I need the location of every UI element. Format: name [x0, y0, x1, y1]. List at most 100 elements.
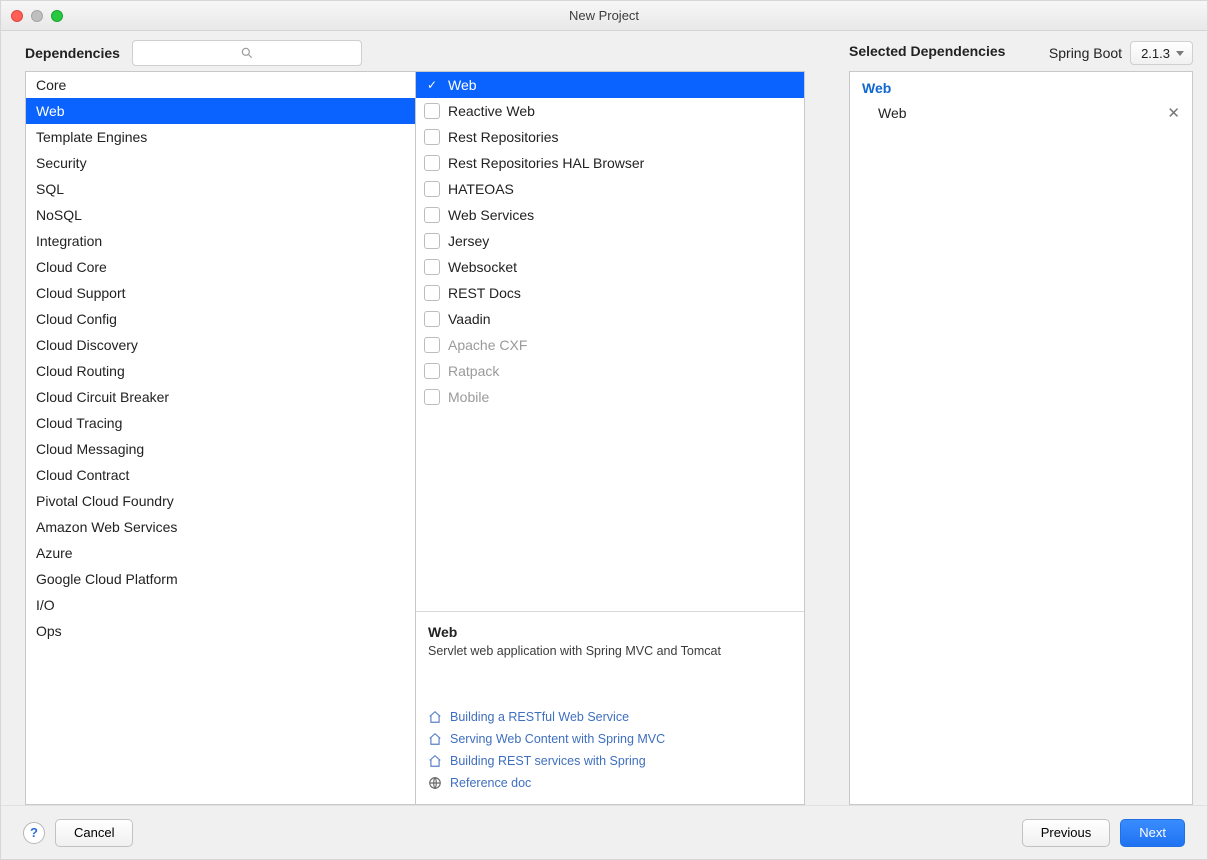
dependency-item[interactable]: Websocket	[416, 254, 804, 280]
house-icon	[428, 710, 442, 724]
category-item[interactable]: Cloud Config	[26, 306, 415, 332]
guide-link-label: Reference doc	[450, 776, 531, 790]
dependency-label: Jersey	[448, 232, 489, 250]
selected-group-title: Web	[850, 78, 1192, 100]
category-item[interactable]: SQL	[26, 176, 415, 202]
category-item[interactable]: Cloud Circuit Breaker	[26, 384, 415, 410]
search-wrap	[132, 40, 362, 66]
dependency-label: Websocket	[448, 258, 517, 276]
new-project-window: New Project Dependencies Spring Boot 2.1…	[0, 0, 1208, 860]
dependency-detail-description: Servlet web application with Spring MVC …	[428, 644, 792, 658]
dependency-checkbox[interactable]	[424, 77, 440, 93]
dependency-detail-title: Web	[428, 624, 792, 640]
dependency-checkbox[interactable]	[424, 103, 440, 119]
dependency-item: Ratpack	[416, 358, 804, 384]
dependency-label: Rest Repositories HAL Browser	[448, 154, 644, 172]
dependency-checkbox[interactable]	[424, 181, 440, 197]
next-button[interactable]: Next	[1120, 819, 1185, 847]
dependency-item[interactable]: Rest Repositories	[416, 124, 804, 150]
category-item[interactable]: Azure	[26, 540, 415, 566]
category-item[interactable]: Security	[26, 150, 415, 176]
guide-link-label: Building REST services with Spring	[450, 754, 646, 768]
dependency-item[interactable]: Web Services	[416, 202, 804, 228]
guide-link[interactable]: Building REST services with Spring	[428, 750, 792, 772]
guide-link-label: Serving Web Content with Spring MVC	[450, 732, 665, 746]
remove-dependency-button[interactable]: ✕	[1167, 104, 1180, 122]
dependency-label: Web	[448, 76, 477, 94]
content-area: CoreWebTemplate EnginesSecuritySQLNoSQLI…	[1, 71, 1207, 805]
category-item[interactable]: Amazon Web Services	[26, 514, 415, 540]
guide-link-label: Building a RESTful Web Service	[450, 710, 629, 724]
house-icon	[428, 754, 442, 768]
dependency-item[interactable]: HATEOAS	[416, 176, 804, 202]
wizard-footer: ? Cancel Previous Next	[1, 805, 1207, 859]
dependency-label: Rest Repositories	[448, 128, 559, 146]
dependencies-search-input[interactable]	[132, 40, 362, 66]
dependency-checkbox	[424, 363, 440, 379]
category-item[interactable]: Web	[26, 98, 415, 124]
category-item[interactable]: Cloud Discovery	[26, 332, 415, 358]
category-item[interactable]: Template Engines	[26, 124, 415, 150]
dependency-label: Web Services	[448, 206, 534, 224]
dependency-checkbox	[424, 337, 440, 353]
cancel-button[interactable]: Cancel	[55, 819, 133, 847]
dependency-checkbox	[424, 389, 440, 405]
categories-list[interactable]: CoreWebTemplate EnginesSecuritySQLNoSQLI…	[25, 71, 415, 805]
dependency-label: Apache CXF	[448, 336, 527, 354]
globe-icon	[428, 776, 442, 790]
dependency-label: REST Docs	[448, 284, 521, 302]
category-item[interactable]: Ops	[26, 618, 415, 644]
dependency-checkbox[interactable]	[424, 129, 440, 145]
dependency-label: Ratpack	[448, 362, 499, 380]
dependency-item[interactable]: Jersey	[416, 228, 804, 254]
category-item[interactable]: Google Cloud Platform	[26, 566, 415, 592]
dependencies-column: Web Reactive Web Rest Repositories Rest Rep…	[415, 71, 805, 805]
dependency-checkbox[interactable]	[424, 155, 440, 171]
selected-dependencies-box: Web Web ✕	[849, 71, 1193, 805]
dependency-item[interactable]: Web	[416, 72, 804, 98]
selected-dependency-label: Web	[878, 105, 907, 121]
dependencies-label: Dependencies	[25, 45, 120, 61]
window-title: New Project	[1, 8, 1207, 23]
category-item[interactable]: Cloud Routing	[26, 358, 415, 384]
category-item[interactable]: Cloud Tracing	[26, 410, 415, 436]
dependency-label: Reactive Web	[448, 102, 535, 120]
category-item[interactable]: I/O	[26, 592, 415, 618]
help-button[interactable]: ?	[23, 822, 45, 844]
dependency-checkbox[interactable]	[424, 259, 440, 275]
dependency-label: Mobile	[448, 388, 489, 406]
previous-button[interactable]: Previous	[1022, 819, 1111, 847]
guide-link[interactable]: Building a RESTful Web Service	[428, 706, 792, 728]
dependency-item[interactable]: Vaadin	[416, 306, 804, 332]
dependency-guides: Building a RESTful Web Service Serving We…	[428, 706, 792, 794]
category-item[interactable]: Cloud Core	[26, 254, 415, 280]
category-item[interactable]: Integration	[26, 228, 415, 254]
guide-link[interactable]: Reference doc	[428, 772, 792, 794]
dependency-item: Apache CXF	[416, 332, 804, 358]
dependency-detail-panel: Web Servlet web application with Spring …	[416, 611, 804, 804]
dependency-checkbox[interactable]	[424, 233, 440, 249]
dependency-checkbox[interactable]	[424, 311, 440, 327]
category-item[interactable]: Cloud Messaging	[26, 436, 415, 462]
titlebar: New Project	[1, 1, 1207, 31]
selected-dependencies-column: Selected Dependencies Web Web✕	[805, 71, 1193, 805]
dependency-label: Vaadin	[448, 310, 491, 328]
house-icon	[428, 732, 442, 746]
category-item[interactable]: Core	[26, 72, 415, 98]
dependency-item[interactable]: REST Docs	[416, 280, 804, 306]
category-item[interactable]: NoSQL	[26, 202, 415, 228]
selected-dependency-item: Web ✕	[850, 100, 1192, 126]
guide-link[interactable]: Serving Web Content with Spring MVC	[428, 728, 792, 750]
category-item[interactable]: Cloud Support	[26, 280, 415, 306]
dependency-item[interactable]: Rest Repositories HAL Browser	[416, 150, 804, 176]
dependency-item[interactable]: Reactive Web	[416, 98, 804, 124]
categories-column: CoreWebTemplate EnginesSecuritySQLNoSQLI…	[25, 71, 415, 805]
dependency-label: HATEOAS	[448, 180, 514, 198]
selected-dependencies-title: Selected Dependencies	[849, 31, 1193, 71]
dependency-item: Mobile	[416, 384, 804, 410]
category-item[interactable]: Pivotal Cloud Foundry	[26, 488, 415, 514]
category-item[interactable]: Cloud Contract	[26, 462, 415, 488]
dependency-checkbox[interactable]	[424, 285, 440, 301]
dependency-list[interactable]: Web Reactive Web Rest Repositories Rest Rep…	[416, 72, 804, 611]
dependency-checkbox[interactable]	[424, 207, 440, 223]
